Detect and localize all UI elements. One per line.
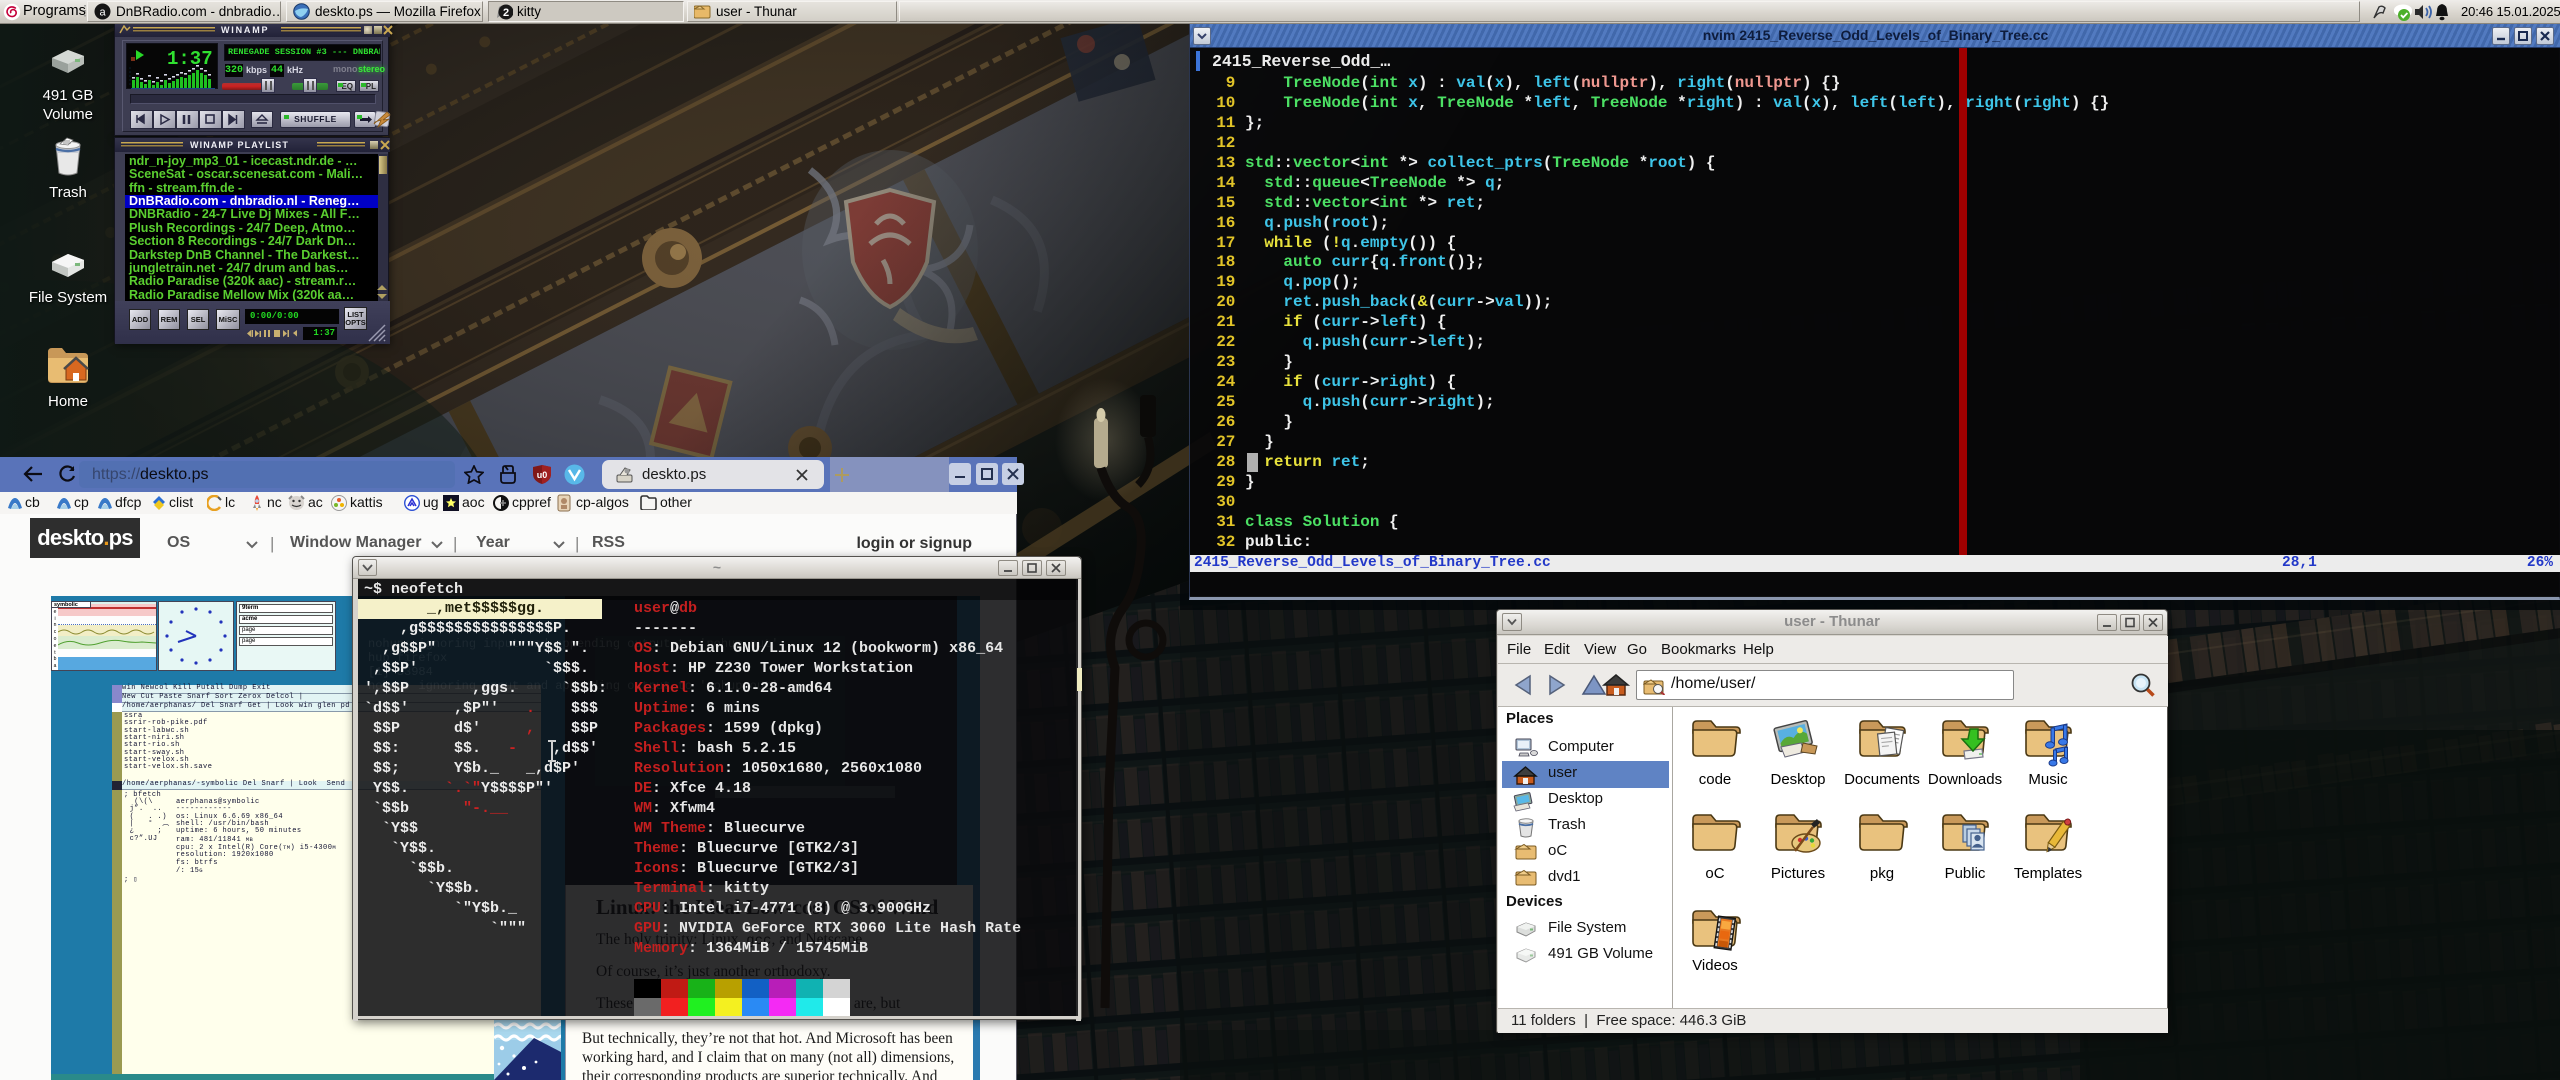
svg-text:u0: u0	[537, 470, 548, 480]
svg-text:a: a	[99, 7, 106, 19]
svg-text:1:37: 1:37	[167, 48, 213, 70]
svg-text:2: 2	[503, 7, 509, 19]
